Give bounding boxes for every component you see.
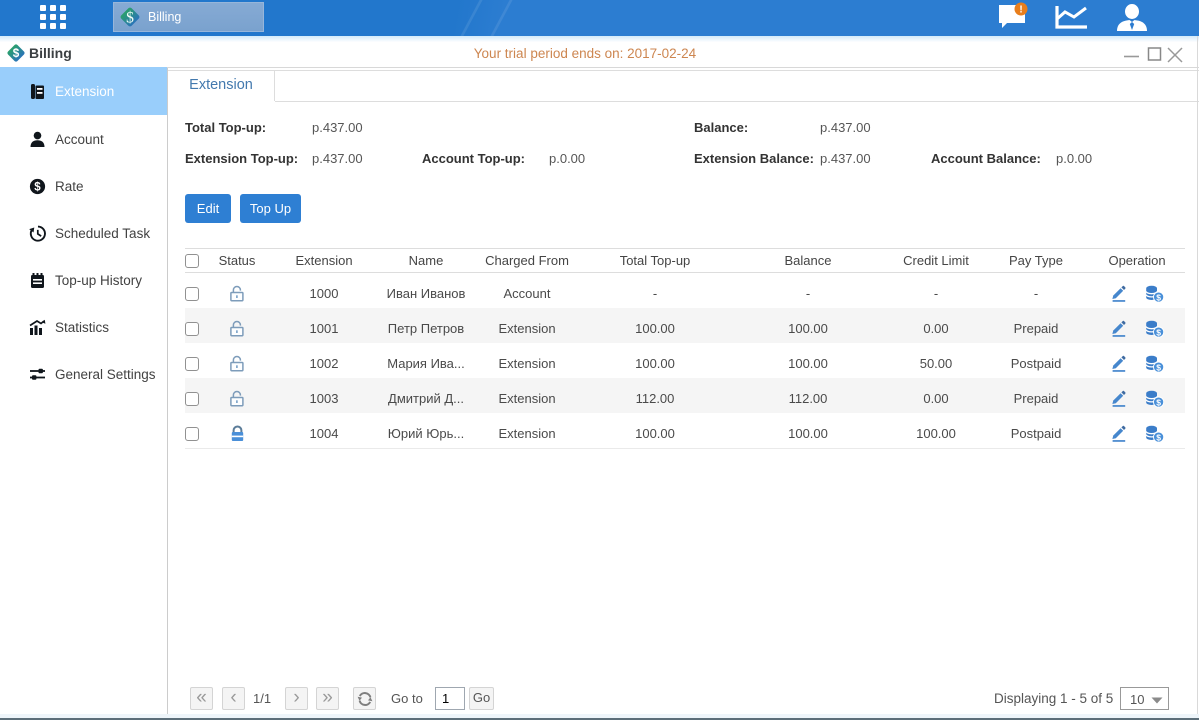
- svg-text:$: $: [1156, 327, 1161, 337]
- svg-text:$: $: [1156, 292, 1161, 302]
- svg-text:$: $: [1156, 362, 1161, 372]
- svg-text:$: $: [1156, 432, 1161, 442]
- svg-text:$: $: [1156, 397, 1161, 407]
- svg-text:!: !: [1019, 5, 1022, 16]
- svg-text:$: $: [34, 182, 41, 194]
- svg-text:$: $: [126, 10, 134, 27]
